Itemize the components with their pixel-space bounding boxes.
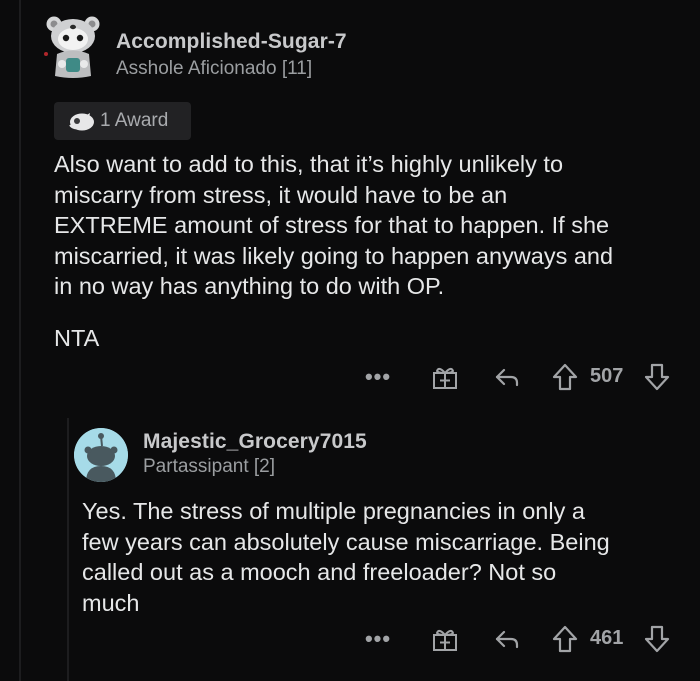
upvote-arrow-icon — [552, 363, 578, 391]
comment-body: Also want to add to this, that it’s high… — [54, 149, 613, 302]
thread-line[interactable] — [19, 0, 21, 681]
downvote-arrow-icon — [644, 363, 670, 391]
reply-button[interactable] — [492, 362, 522, 392]
comment-body-line: miscarry from stress, it would have to b… — [54, 181, 508, 208]
gift-award-icon — [433, 367, 457, 389]
reply-body-line: much — [82, 589, 140, 616]
reply-reply-button[interactable] — [492, 624, 522, 654]
upvote-arrow-icon — [552, 625, 578, 653]
reply-body-line: called out as a mooch and freeloader? No… — [82, 559, 557, 585]
upvote-button[interactable] — [550, 362, 580, 392]
downvote-button[interactable] — [642, 362, 672, 392]
default-snoo-avatar-image — [74, 428, 128, 482]
gift-award-icon — [433, 629, 457, 651]
give-award-button[interactable] — [430, 362, 460, 392]
more-options-icon: ••• — [364, 364, 392, 389]
award-icon — [67, 110, 95, 132]
comment-user-flair: Asshole Aficionado [11] — [116, 58, 313, 79]
reply-action-bar: ••• 461 — [360, 624, 680, 654]
comment-body-line: Also want to add to this, that it’s high… — [54, 151, 564, 177]
vote-count: 507 — [590, 365, 624, 387]
comment-body-line: in no way has anything to do with OP. — [54, 273, 445, 299]
award-count-label: 1 Award — [100, 110, 169, 131]
reply-give-award-button[interactable] — [430, 624, 460, 654]
reply-vote-count: 461 — [590, 627, 624, 649]
reply-body-line: few years can absolutely cause miscarria… — [82, 528, 610, 555]
reply-arrow-icon — [495, 630, 519, 649]
reply-upvote-button[interactable] — [550, 624, 580, 654]
comment-action-bar: ••• 507 — [360, 362, 680, 392]
award-chip[interactable]: 1 Award — [54, 102, 191, 140]
downvote-arrow-icon — [644, 625, 670, 653]
reply-more-options-button[interactable]: ••• — [363, 624, 393, 654]
comment-body-line: miscarried, it was likely going to happe… — [54, 242, 614, 269]
reply-user-avatar[interactable] — [74, 428, 128, 482]
reply-thread-line[interactable] — [67, 418, 69, 681]
reply-downvote-button[interactable] — [642, 624, 672, 654]
user-avatar[interactable] — [44, 14, 102, 80]
comment-username[interactable]: Accomplished-Sugar-7 — [116, 30, 347, 54]
reply-user-flair: Partassipant [2] — [143, 456, 276, 477]
reply-arrow-icon — [495, 368, 519, 387]
reply-body-line: Yes. The stress of multiple pregnancies … — [82, 498, 585, 524]
more-options-icon: ••• — [364, 626, 392, 651]
comment-body-line: EXTREME amount of stress for that to hap… — [54, 212, 610, 238]
reply-body: Yes. The stress of multiple pregnancies … — [82, 496, 610, 618]
snoo-avatar-image — [44, 16, 100, 78]
reply-username[interactable]: Majestic_Grocery7015 — [143, 430, 367, 454]
comment-verdict: NTA — [54, 325, 100, 351]
more-options-button[interactable]: ••• — [363, 362, 393, 392]
